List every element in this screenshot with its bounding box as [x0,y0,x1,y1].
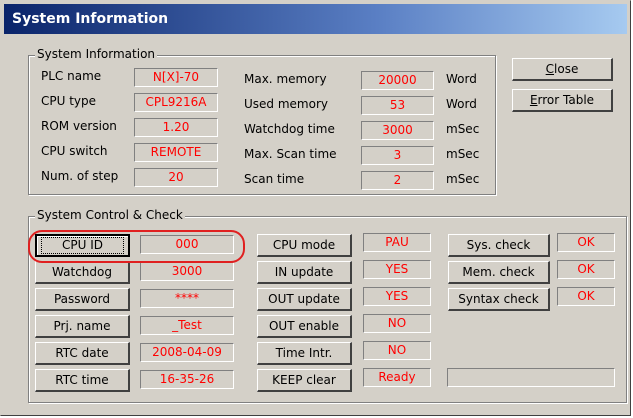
scan-time-unit: mSec [446,172,480,186]
prj-name-value: _Test [140,316,234,335]
error-table-button[interactable]: Error Table [512,89,613,112]
cpu-mode-value: PAU [363,233,431,252]
max-memory-unit: Word [446,72,477,86]
rtc-date-value: 2008-04-09 [140,343,234,362]
out-enable-button[interactable]: OUT enable [257,315,352,338]
prj-name-button[interactable]: Prj. name [35,315,130,338]
max-scan-time-value: 3 [361,146,434,165]
mem-check-button[interactable]: Mem. check [448,261,550,284]
rtc-date-button[interactable]: RTC date [35,342,130,365]
plc-name-label: PLC name [41,69,102,83]
status-field-empty [447,368,615,387]
max-scan-time-unit: mSec [446,147,480,161]
keep-clear-value: Ready [363,368,431,387]
password-button[interactable]: Password [35,288,130,311]
window-title: System Information [4,4,627,34]
used-memory-unit: Word [446,97,477,111]
error-table-button-label: rror Table [537,93,595,107]
max-memory-value: 20000 [361,71,434,90]
cpu-type-value: CPL9216A [134,93,218,112]
watchdog-time-label: Watchdog time [244,122,335,136]
syntax-check-button[interactable]: Syntax check [448,288,550,311]
close-button-mnemonic: C [545,62,555,76]
max-scan-time-label: Max. Scan time [244,147,337,161]
cpu-id-highlight-annotation [28,230,245,263]
system-control-group-title: System Control & Check [35,208,185,222]
rtc-time-button[interactable]: RTC time [35,369,130,392]
rom-version-value: 1.20 [134,118,218,137]
cpu-type-label: CPU type [41,94,97,108]
used-memory-value: 53 [361,96,434,115]
mem-check-value: OK [557,260,615,279]
in-update-value: YES [363,260,431,279]
out-enable-value: NO [363,314,431,333]
num-of-step-value: 20 [134,168,218,187]
close-button-label: lose [554,62,579,76]
close-button[interactable]: Close [512,58,613,81]
rom-version-label: ROM version [41,119,117,133]
cpu-mode-button[interactable]: CPU mode [257,234,352,257]
out-update-button[interactable]: OUT update [257,288,352,311]
out-update-value: YES [363,287,431,306]
used-memory-label: Used memory [244,97,328,111]
cpu-switch-label: CPU switch [41,144,108,158]
watchdog-button[interactable]: Watchdog [35,261,130,284]
password-value: **** [140,289,234,308]
scan-time-value: 2 [361,171,434,190]
sys-check-button[interactable]: Sys. check [448,234,550,257]
scan-time-label: Scan time [244,172,305,186]
time-intr-button[interactable]: Time Intr. [257,342,352,365]
time-intr-value: NO [363,341,431,360]
watchdog-value: 3000 [140,262,234,281]
plc-name-value: N[X]-70 [134,68,218,87]
keep-clear-button[interactable]: KEEP clear [257,369,352,392]
system-information-group-title: System Information [35,47,158,61]
syntax-check-value: OK [557,287,615,306]
watchdog-time-unit: mSec [446,122,480,136]
system-information-window: System Information System Information PL… [0,0,631,416]
rtc-time-value: 16-35-26 [140,370,234,389]
watchdog-time-value: 3000 [361,121,434,140]
num-of-step-label: Num. of step [41,169,119,183]
cpu-switch-value: REMOTE [134,143,218,162]
in-update-button[interactable]: IN update [257,261,352,284]
error-table-button-mnemonic: E [529,93,538,107]
max-memory-label: Max. memory [244,72,327,86]
sys-check-value: OK [557,233,615,252]
